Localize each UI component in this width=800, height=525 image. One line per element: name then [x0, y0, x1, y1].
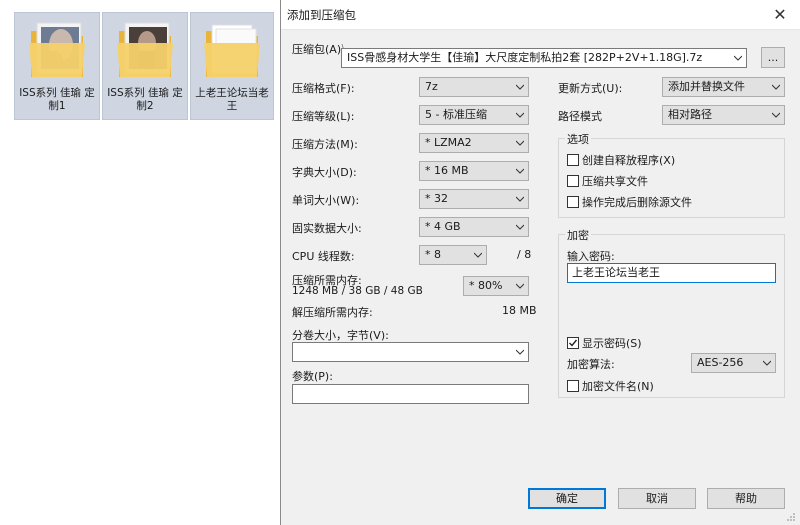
enc-method-select[interactable]: AES-256: [691, 353, 776, 373]
chevron-down-icon: [772, 84, 780, 90]
solid-label: 固实数据大小:: [292, 222, 362, 235]
dialog-titlebar: 添加到压缩包: [281, 0, 800, 30]
folder-thumbnail-icon: [27, 17, 87, 81]
mem-decomp-label: 解压缩所需内存:: [292, 306, 373, 319]
file-name: 上老王论坛当老王: [195, 87, 269, 112]
dialog-title: 添加到压缩包: [287, 7, 356, 22]
word-value: * 32: [425, 192, 448, 205]
word-label: 单词大小(W):: [292, 194, 360, 207]
show-password-option[interactable]: 显示密码(S): [567, 335, 642, 351]
folder-item-3[interactable]: 上老王论坛当老王: [190, 12, 274, 120]
archive-name-value: ISS骨感身材大学生【佳瑜】大尺度定制私拍2套 [282P+2V+1.18G].…: [347, 51, 703, 64]
word-select[interactable]: * 32: [419, 189, 529, 209]
update-value: 添加并替换文件: [668, 80, 745, 93]
update-select[interactable]: 添加并替换文件: [662, 77, 785, 97]
params-input[interactable]: [292, 384, 529, 404]
sfx-label: 创建自释放程序(X): [582, 154, 676, 167]
format-select[interactable]: 7z: [419, 77, 529, 97]
method-value: * LZMA2: [425, 136, 472, 149]
chevron-down-icon: [516, 140, 524, 146]
resize-grip-icon[interactable]: [786, 512, 796, 522]
encrypt-names-label: 加密文件名(N): [582, 380, 654, 393]
delete-option[interactable]: 操作完成后删除源文件: [567, 194, 692, 210]
password-label: 输入密码:: [567, 250, 615, 263]
solid-value: * 4 GB: [425, 220, 461, 233]
level-label: 压缩等级(L):: [292, 110, 355, 123]
method-select[interactable]: * LZMA2: [419, 133, 529, 153]
add-to-archive-dialog: 添加到压缩包 ✕ 压缩包(A) \ ISS骨感身材大学生【佳瑜】大尺度定制私拍2…: [280, 0, 800, 525]
chevron-down-icon: [772, 112, 780, 118]
volume-label: 分卷大小，字节(V):: [292, 329, 389, 342]
dict-select[interactable]: * 16 MB: [419, 161, 529, 181]
archive-label: 压缩包(A): [292, 43, 342, 56]
file-name: ISS系列 佳瑜 定制2: [107, 87, 183, 112]
checkbox[interactable]: [567, 196, 579, 208]
browse-button[interactable]: ...: [761, 47, 785, 68]
folder-icon: [202, 17, 262, 81]
chevron-down-icon: [516, 224, 524, 230]
help-button[interactable]: 帮助: [707, 488, 785, 509]
mem-percent-value: * 80%: [469, 279, 503, 292]
volume-select[interactable]: [292, 342, 529, 362]
level-select[interactable]: 5 - 标准压缩: [419, 105, 529, 125]
shared-option[interactable]: 压缩共享文件: [567, 173, 648, 189]
folder-item-1[interactable]: ISS系列 佳瑜 定制1: [14, 12, 100, 120]
cancel-button[interactable]: 取消: [618, 488, 696, 509]
chevron-down-icon: [516, 84, 524, 90]
chevron-down-icon: [516, 112, 524, 118]
cpu-select[interactable]: * 8: [419, 245, 487, 265]
show-password-label: 显示密码(S): [582, 337, 642, 350]
pathmode-label: 路径模式: [558, 110, 602, 123]
cpu-value: * 8: [425, 248, 441, 261]
close-icon[interactable]: ✕: [770, 5, 790, 25]
chevron-down-icon: [516, 349, 524, 355]
chevron-down-icon: [516, 168, 524, 174]
format-value: 7z: [425, 80, 438, 93]
checkbox[interactable]: [567, 380, 579, 392]
method-label: 压缩方法(M):: [292, 138, 358, 151]
sfx-option[interactable]: 创建自释放程序(X): [567, 152, 675, 168]
options-group: 选项 创建自释放程序(X) 压缩共享文件 操作完成后删除源文件: [558, 131, 785, 218]
checkmark-icon: [569, 339, 578, 347]
checkbox[interactable]: [567, 175, 579, 187]
checkbox-checked[interactable]: [567, 337, 579, 349]
encryption-group: 加密 输入密码: 上老王论坛当老王 显示密码(S) 加密算法: AES-256 …: [558, 227, 785, 398]
mem-comp-value: 1248 MB / 38 GB / 48 GB: [292, 285, 423, 297]
delete-label: 操作完成后删除源文件: [582, 196, 692, 209]
level-value: 5 - 标准压缩: [425, 108, 487, 121]
solid-select[interactable]: * 4 GB: [419, 217, 529, 237]
enc-method-value: AES-256: [697, 356, 744, 369]
enc-method-label: 加密算法:: [567, 358, 615, 371]
options-title: 选项: [565, 131, 591, 147]
dict-value: * 16 MB: [425, 164, 469, 177]
mem-decomp-value: 18 MB: [502, 304, 537, 317]
chevron-down-icon: [516, 196, 524, 202]
mem-percent-select[interactable]: * 80%: [463, 276, 529, 296]
chevron-down-icon: [734, 55, 742, 61]
params-label: 参数(P):: [292, 370, 333, 383]
update-label: 更新方式(U):: [558, 82, 623, 95]
checkbox[interactable]: [567, 154, 579, 166]
cpu-label: CPU 线程数:: [292, 250, 355, 263]
format-label: 压缩格式(F):: [292, 82, 355, 95]
pathmode-select[interactable]: 相对路径: [662, 105, 785, 125]
encrypt-names-option[interactable]: 加密文件名(N): [567, 378, 654, 394]
encryption-title: 加密: [565, 227, 591, 243]
password-input[interactable]: 上老王论坛当老王: [567, 263, 776, 283]
chevron-down-icon: [763, 360, 771, 366]
dict-label: 字典大小(D):: [292, 166, 357, 179]
shared-label: 压缩共享文件: [582, 175, 648, 188]
cpu-total: / 8: [517, 248, 532, 261]
chevron-down-icon: [474, 252, 482, 258]
folder-thumbnail-icon: [115, 17, 175, 81]
archive-name-combo[interactable]: ISS骨感身材大学生【佳瑜】大尺度定制私拍2套 [282P+2V+1.18G].…: [341, 48, 747, 68]
ok-button[interactable]: 确定: [528, 488, 606, 509]
chevron-down-icon: [516, 283, 524, 289]
pathmode-value: 相对路径: [668, 108, 712, 121]
file-name: ISS系列 佳瑜 定制1: [19, 87, 95, 112]
folder-item-2[interactable]: ISS系列 佳瑜 定制2: [102, 12, 188, 120]
